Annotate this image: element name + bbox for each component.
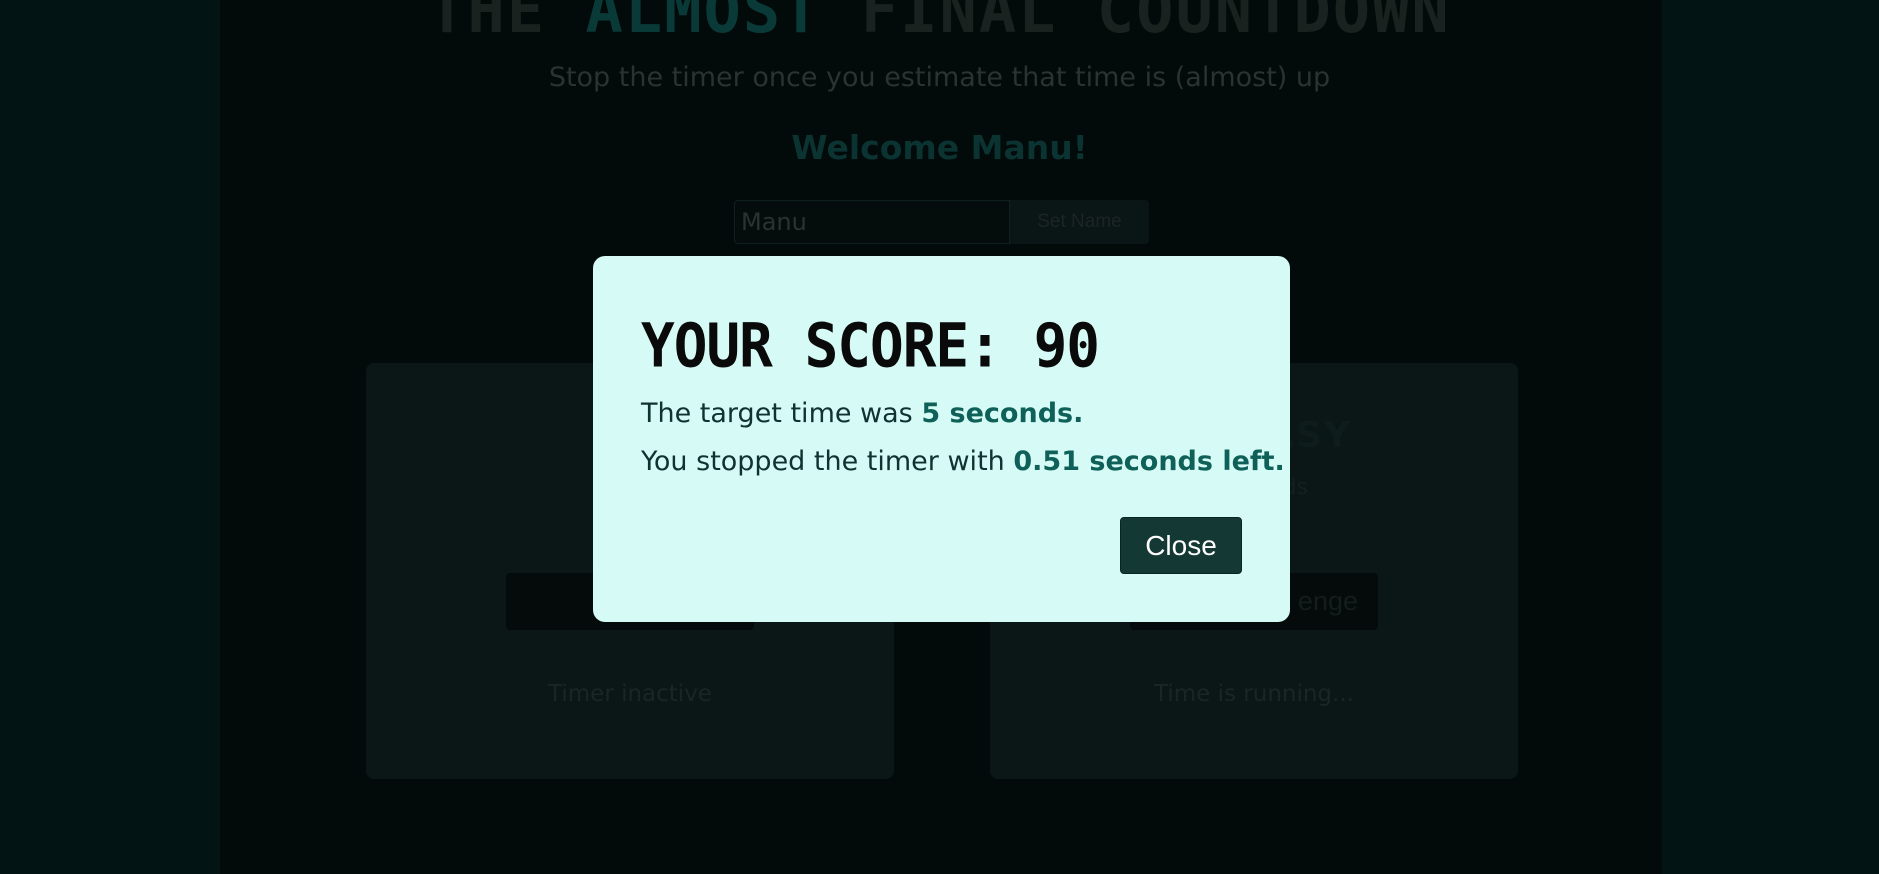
close-button[interactable]: Close	[1120, 517, 1242, 574]
target-time-text: The target time was	[641, 398, 922, 429]
remaining-time-value: 0.51 seconds left.	[1013, 446, 1285, 477]
remaining-time-line: You stopped the timer with 0.51 seconds …	[641, 446, 1285, 477]
timer-status: Timer inactive	[548, 681, 712, 707]
welcome-heading: Welcome Manu!	[791, 128, 1088, 167]
target-time-line: The target time was 5 seconds.	[641, 398, 1083, 429]
name-input[interactable]	[734, 200, 1010, 244]
name-form: Set Name	[734, 200, 1149, 244]
result-modal: YOUR SCORE: 90 The target time was 5 sec…	[593, 256, 1290, 622]
remaining-time-text: You stopped the timer with	[641, 446, 1014, 477]
app-title-post: FINAL COUNTDOWN	[860, 0, 1451, 47]
app-title: THE ALMOST FINAL COUNTDOWN	[0, 0, 1879, 47]
target-time-value: 5 seconds.	[921, 398, 1084, 429]
timer-status: Time is running...	[1154, 681, 1354, 707]
subtitle: Stop the timer once you estimate that ti…	[548, 62, 1331, 93]
app-title-pre: THE	[428, 0, 547, 47]
set-name-button[interactable]: Set Name	[1010, 200, 1149, 244]
app-title-accent: ALMOST	[585, 0, 822, 47]
score-title: YOUR SCORE: 90	[641, 311, 1100, 382]
